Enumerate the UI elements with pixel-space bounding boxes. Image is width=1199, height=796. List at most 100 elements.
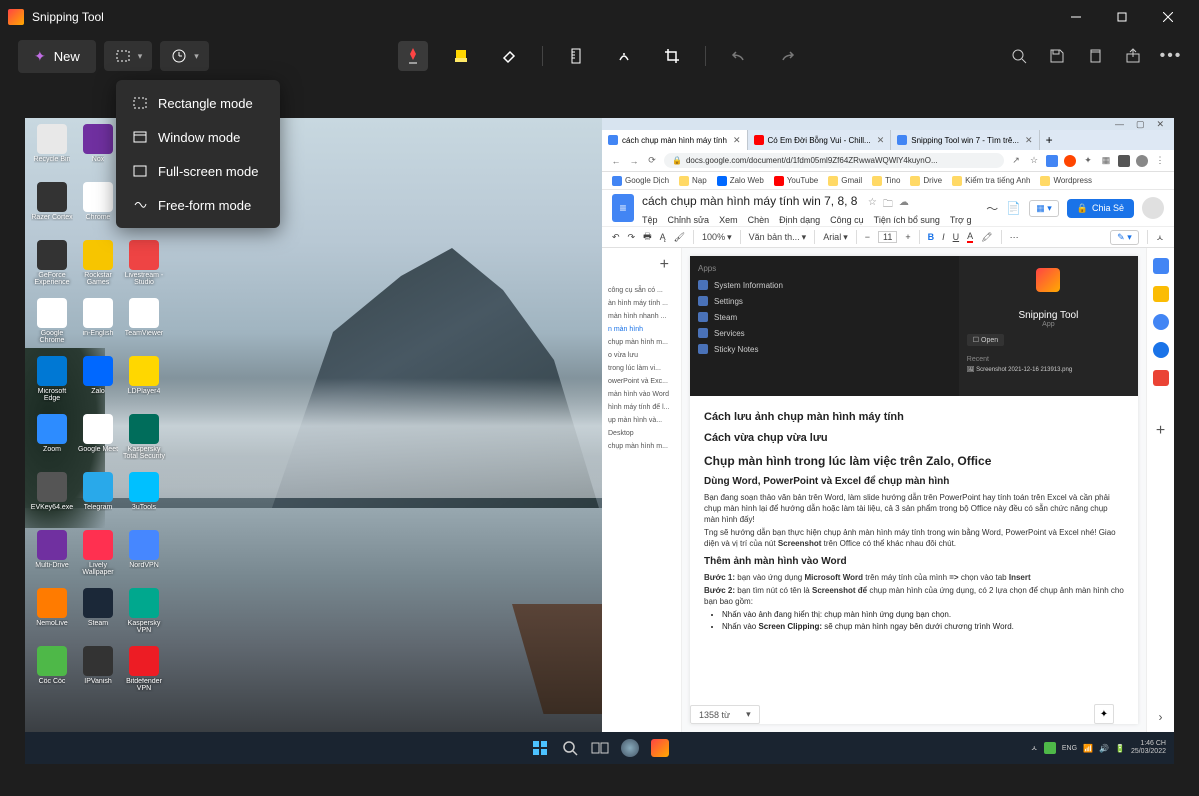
extension-icon[interactable] [1136,155,1148,167]
new-tab-button[interactable]: + [1040,130,1059,150]
outline-item[interactable]: chụp màn hình m... [606,440,677,453]
calendar-icon[interactable] [1153,258,1169,274]
highlight-button[interactable]: 🖍 [981,232,992,243]
docs-menu-item[interactable]: Xem [719,215,738,225]
fontsize-field[interactable]: 11 [878,231,897,243]
desktop-icon[interactable]: NemoLive [29,588,75,644]
tray-chevron-icon[interactable]: ㅅ [1031,743,1038,754]
desktop-icon[interactable]: Livestream - Studio [121,240,167,296]
back-button[interactable]: ← [610,156,622,166]
volume-icon[interactable]: 🔊 [1099,744,1109,753]
redo-button[interactable] [772,41,802,71]
contacts-icon[interactable] [1153,342,1169,358]
maximize-button[interactable] [1099,1,1145,33]
language-indicator[interactable]: ENG [1062,745,1077,752]
browser-tab[interactable]: cách chụp màn hình máy tính✕ [602,130,748,150]
clock[interactable]: 1:46 CH 25/03/2022 [1131,740,1166,755]
explore-button[interactable]: ✦ [1094,704,1114,724]
fontsize-dec[interactable]: − [865,232,870,242]
close-button[interactable] [1145,1,1191,33]
extension-icon[interactable] [1064,155,1076,167]
desktop-icon[interactable]: Rockstar Games [75,240,121,296]
docs-title[interactable]: cách chụp màn hình máy tính win 7, 8, 8 [642,194,857,208]
undo-button[interactable] [724,41,754,71]
outline-item[interactable]: hình máy tính để l... [606,401,677,414]
outline-item[interactable]: n màn hình [606,323,677,336]
add-icon[interactable]: + [1156,422,1165,440]
eraser-tool[interactable] [494,41,524,71]
wifi-icon[interactable]: 📶 [1083,744,1093,753]
outline-item[interactable]: trong lúc làm vi... [606,362,677,375]
redo-button[interactable]: ↷ [628,232,636,243]
fullscreen-mode-item[interactable]: Full-screen mode [122,154,274,188]
bold-button[interactable]: B [928,232,935,242]
docs-menu-item[interactable]: Chèn [748,215,770,225]
share-button[interactable]: 🔒 Chia Sẻ [1067,199,1134,218]
minimize-button[interactable] [1053,1,1099,33]
star-icon[interactable]: ☆ [1028,155,1040,166]
share-button[interactable] [1123,46,1143,66]
forward-button[interactable]: → [628,156,640,166]
outline-item[interactable]: àn hình máy tính ... [606,297,677,310]
bookmark-item[interactable]: Gmail [828,176,862,186]
hide-menu-button[interactable]: ㅅ [1156,231,1164,244]
outline-item[interactable]: màn hình vào Word [606,388,677,401]
cloud-icon[interactable]: ☁ [899,197,909,214]
add-outline-button[interactable]: + [606,252,677,284]
outline-item[interactable]: màn hình nhanh ... [606,310,677,323]
move-icon[interactable]: 🗀 [883,197,893,214]
desktop-icon[interactable]: IPVanish [75,646,121,702]
desktop-icon[interactable]: Recycle Bin [29,124,75,180]
menu-icon[interactable]: ⋮ [1154,155,1166,166]
docs-menu-item[interactable]: Chỉnh sửa [668,215,710,225]
keep-icon[interactable] [1153,286,1169,302]
desktop-icon[interactable]: Lively Wallpaper [75,530,121,586]
word-count[interactable]: 1358 từ▾ [690,705,760,724]
bookmark-item[interactable]: Zalo Web [717,176,764,186]
avatar[interactable] [1142,197,1164,219]
styles-select[interactable]: Văn bản th... ▾ [749,232,807,243]
battery-icon[interactable]: 🔋 [1115,744,1125,753]
snip-mode-selector[interactable]: ▾ [104,41,153,71]
docs-menu-item[interactable]: Trợ g [950,215,972,225]
maximize-icon[interactable]: ▢ [1136,119,1145,130]
desktop-icon[interactable]: TeamViewer [121,298,167,354]
save-button[interactable] [1047,46,1067,66]
comment-icon[interactable]: 📄 [1006,201,1021,215]
extension-icon[interactable]: ▦ [1100,155,1112,166]
zoom-select[interactable]: 100% ▾ [702,232,732,243]
bookmark-item[interactable]: Drive [910,176,942,186]
desktop-icon[interactable]: NordVPN [121,530,167,586]
desktop-icon[interactable]: Nox [75,124,121,180]
close-tab-icon[interactable]: ✕ [733,135,741,146]
touch-writing-tool[interactable] [609,41,639,71]
undo-button[interactable]: ↶ [612,232,620,243]
star-icon[interactable]: ☆ [868,197,877,214]
desktop-icon[interactable]: Zoom [29,414,75,470]
extension-icon[interactable] [1118,155,1130,167]
browser-tab[interactable]: Có Em Đời Bỗng Vui - Chill...✕ [748,130,892,150]
start-button[interactable] [529,737,551,759]
desktop-icon[interactable]: Steam [75,588,121,644]
minimize-icon[interactable]: — [1115,119,1124,129]
outline-item[interactable]: công cụ sẵn có ... [606,284,677,297]
desktop-icon[interactable]: Kaspersky Total Security [121,414,167,470]
more-button[interactable]: ••• [1161,46,1181,66]
maps-icon[interactable] [1153,370,1169,386]
bookmark-item[interactable]: Google Dịch [612,176,669,186]
window-mode-item[interactable]: Window mode [122,120,274,154]
reload-button[interactable]: ⟳ [646,155,658,166]
print-button[interactable]: 🖶 [643,229,652,245]
collapse-icon[interactable]: › [1159,710,1163,724]
close-tab-icon[interactable]: ✕ [1025,135,1033,146]
italic-button[interactable]: I [942,232,945,242]
more-button[interactable]: ⋯ [1010,232,1019,243]
docs-menu-item[interactable]: Công cụ [830,215,864,225]
pen-tool[interactable] [398,41,428,71]
desktop-icon[interactable]: in-English [75,298,121,354]
bookmark-item[interactable]: YouTube [774,176,818,186]
ruler-tool[interactable] [561,41,591,71]
browser-tab[interactable]: Snipping Tool win 7 - Tìm trê...✕ [891,130,1039,150]
docs-menu-item[interactable]: Định dạng [779,215,820,225]
desktop-icon[interactable]: Cốc Cốc [29,646,75,702]
